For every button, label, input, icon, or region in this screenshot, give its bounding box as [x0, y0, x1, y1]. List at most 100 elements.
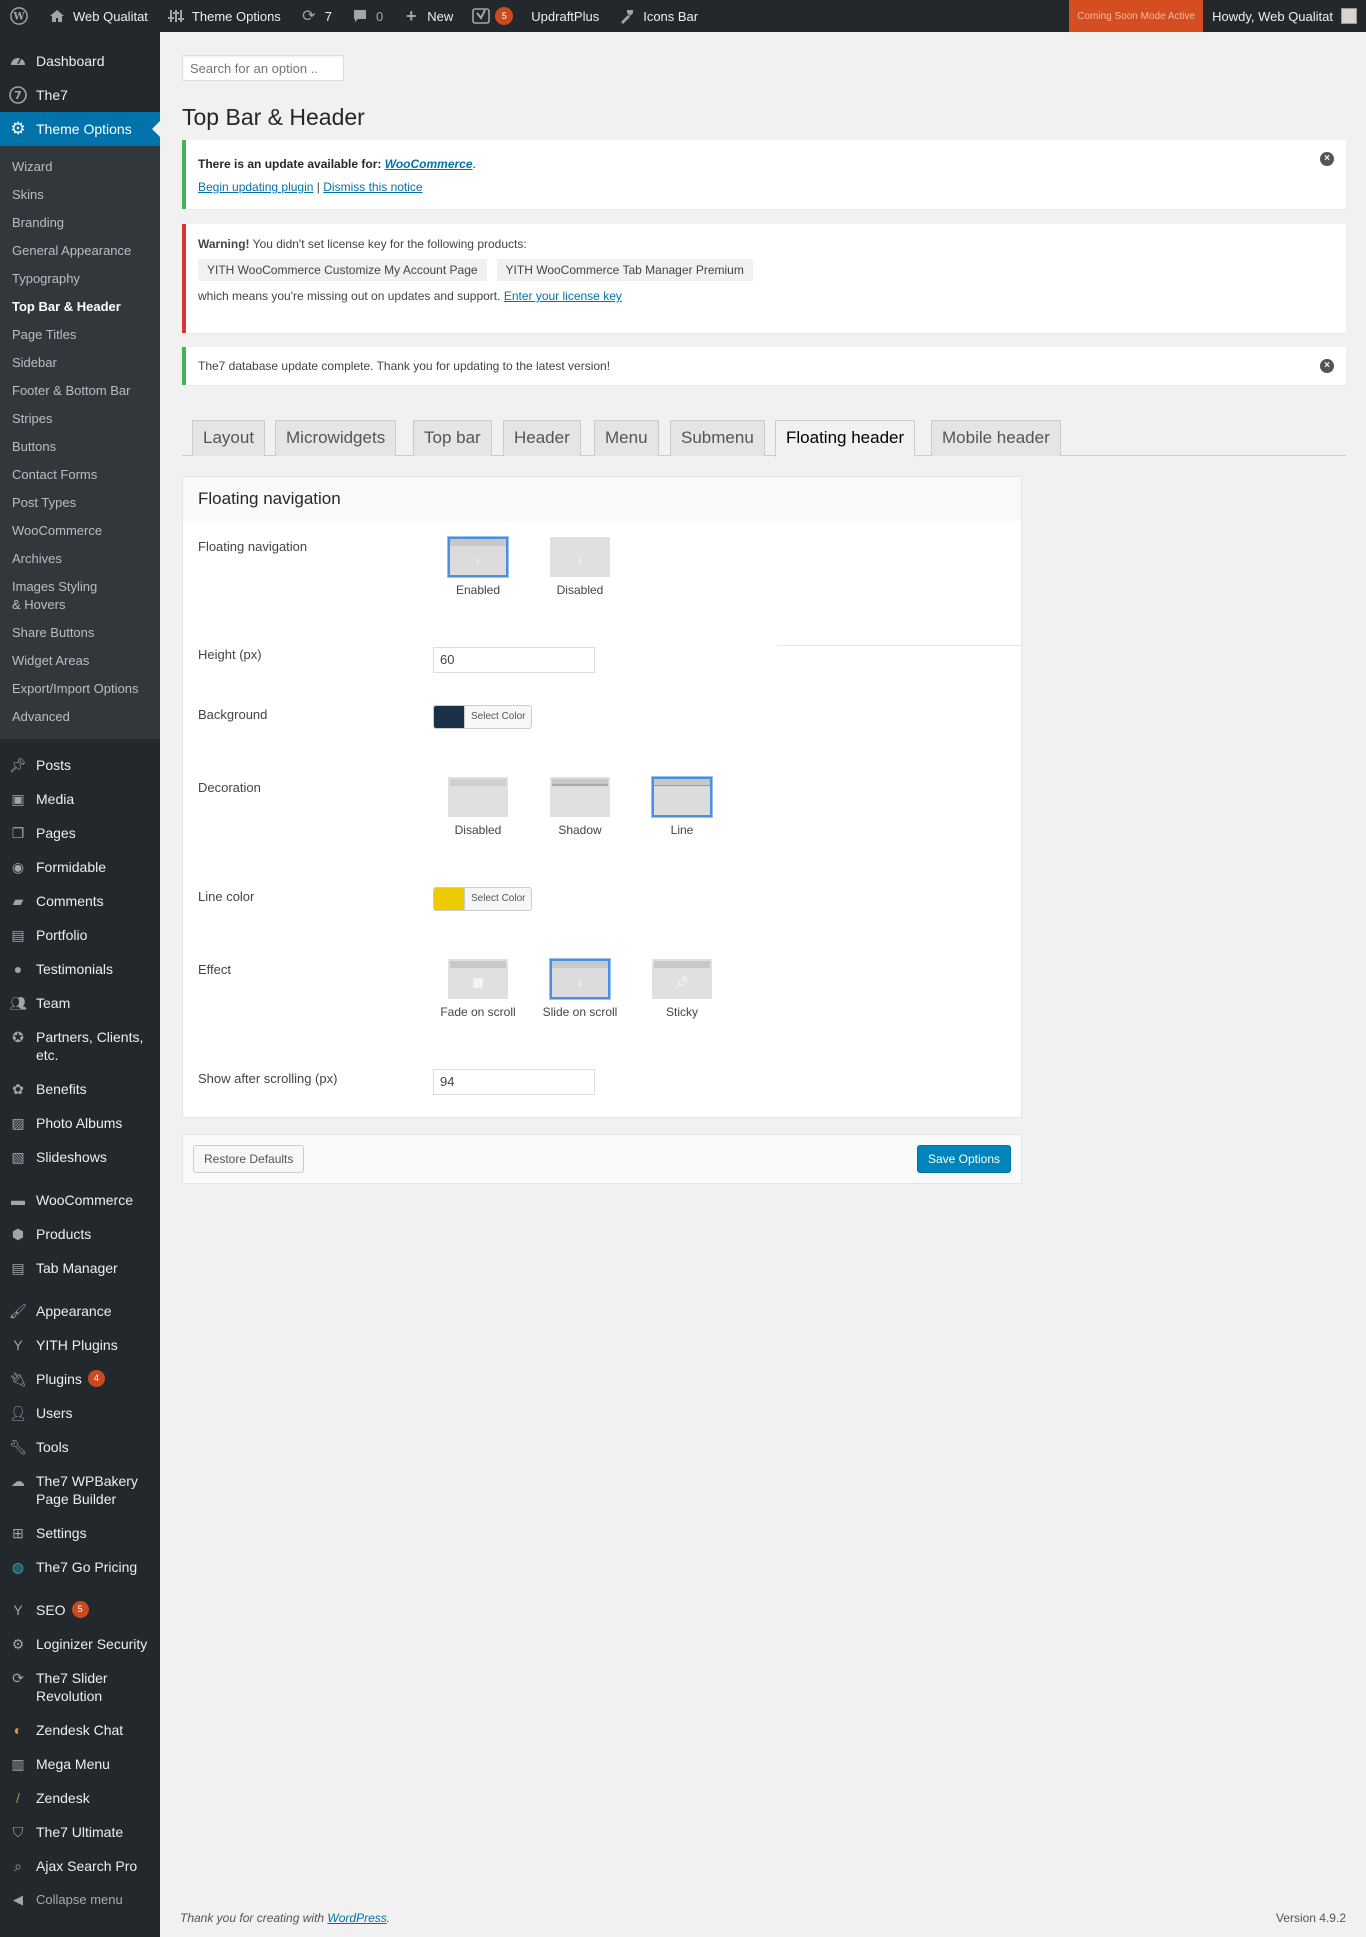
submenu-top-bar-header[interactable]: Top Bar & Header [0, 293, 160, 321]
submenu-sidebar[interactable]: Sidebar [0, 349, 160, 377]
menu-benefits[interactable]: ✿ Benefits [0, 1072, 160, 1106]
menu-the7[interactable]: 7 The7 [0, 78, 160, 112]
background-color-picker[interactable]: Select Color [433, 705, 533, 729]
menu-partners[interactable]: ✪ Partners, Clients, etc. [0, 1020, 160, 1072]
decoration-disabled-option[interactable]: Disabled [433, 777, 523, 837]
woocommerce-link[interactable]: WooCommerce [385, 157, 473, 171]
my-account-menu[interactable]: Howdy, Web Qualitat [1203, 0, 1366, 32]
menu-zendesk[interactable]: / Zendesk [0, 1781, 160, 1815]
comments-menu[interactable]: 0 [341, 0, 392, 32]
submenu-post-types[interactable]: Post Types [0, 489, 160, 517]
menu-label: Mega Menu [36, 1756, 110, 1772]
submenu-contact-forms[interactable]: Contact Forms [0, 461, 160, 489]
new-content-menu[interactable]: + New [392, 0, 462, 32]
effect-sticky-option[interactable]: 📌︎ Sticky [637, 959, 727, 1019]
restore-defaults-button[interactable]: Restore Defaults [193, 1145, 305, 1173]
line-color-picker[interactable]: Select Color [433, 887, 533, 911]
menu-formidable[interactable]: ◉ Formidable [0, 850, 160, 884]
dismiss-icon[interactable]: × [1320, 359, 1334, 373]
menu-media[interactable]: ▣ Media [0, 782, 160, 816]
menu-portfolio[interactable]: ▤ Portfolio [0, 918, 160, 952]
menu-posts[interactable]: 📌︎ Posts [0, 748, 160, 782]
submenu-stripes[interactable]: Stripes [0, 405, 160, 433]
begin-updating-link[interactable]: Begin updating plugin [198, 180, 313, 194]
wordpress-link[interactable]: WordPress [327, 1911, 386, 1925]
menu-loginizer[interactable]: ⚙ Loginizer Security [0, 1627, 160, 1661]
site-name-menu[interactable]: Web Qualitat [38, 0, 157, 32]
enter-license-key-link[interactable]: Enter your license key [504, 289, 622, 303]
tab-microwidgets[interactable]: Microwidgets [275, 420, 397, 456]
submenu-archives[interactable]: Archives [0, 545, 160, 573]
menu-users[interactable]: 👤︎ Users [0, 1396, 160, 1430]
submenu-export-import[interactable]: Export/Import Options [0, 675, 160, 703]
tab-top-bar[interactable]: Top bar [413, 420, 492, 456]
floating-nav-enabled-option[interactable]: ↓ Enabled [433, 537, 523, 597]
menu-slideshows[interactable]: ▧ Slideshows [0, 1140, 160, 1174]
save-options-button[interactable]: Save Options [916, 1145, 1011, 1173]
menu-wpbakery[interactable]: ☁ The7 WPBakery Page Builder [0, 1464, 160, 1516]
submenu-wizard[interactable]: Wizard [0, 153, 160, 181]
decoration-line-option[interactable]: Line [637, 777, 727, 837]
menu-the7-ultimate[interactable]: ⛉ The7 Ultimate [0, 1815, 160, 1849]
submenu-typography[interactable]: Typography [0, 265, 160, 293]
submenu-skins[interactable]: Skins [0, 181, 160, 209]
menu-tab-manager[interactable]: ▤ Tab Manager [0, 1251, 160, 1285]
wordpress-logo-icon: W [9, 6, 29, 26]
dismiss-icon[interactable]: × [1320, 152, 1334, 166]
updates-menu[interactable]: ⟳ 7 [290, 0, 341, 32]
menu-testimonials[interactable]: ● Testimonials [0, 952, 160, 986]
menu-mega-menu[interactable]: ▥ Mega Menu [0, 1747, 160, 1781]
submenu-images-styling[interactable]: Images Styling & Hovers [0, 573, 120, 619]
floating-nav-disabled-option[interactable]: ↓ Disabled [535, 537, 625, 597]
updraftplus-menu[interactable]: UpdraftPlus [522, 0, 608, 32]
tab-layout[interactable]: Layout [192, 420, 266, 456]
wp-logo-menu[interactable]: W [0, 0, 38, 32]
dismiss-notice-link[interactable]: Dismiss this notice [323, 180, 422, 194]
menu-ajax-search-pro[interactable]: ⌕ Ajax Search Pro [0, 1849, 160, 1883]
menu-theme-options[interactable]: ⚙ Theme Options [0, 112, 160, 146]
menu-plugins[interactable]: 🔌︎ Plugins 4 [0, 1362, 160, 1396]
submenu-footer-bottom-bar[interactable]: Footer & Bottom Bar [0, 377, 160, 405]
menu-woocommerce[interactable]: ▬ WooCommerce [0, 1183, 160, 1217]
submenu-buttons[interactable]: Buttons [0, 433, 160, 461]
tab-menu[interactable]: Menu [594, 420, 659, 456]
menu-products[interactable]: ⬢ Products [0, 1217, 160, 1251]
theme-options-menu[interactable]: Theme Options [157, 0, 290, 32]
menu-slider-revolution[interactable]: ⟳ The7 Slider Revolution [0, 1661, 160, 1713]
menu-appearance[interactable]: 🖌︎ Appearance [0, 1294, 160, 1328]
menu-settings[interactable]: ⊞ Settings [0, 1516, 160, 1550]
menu-tools[interactable]: 🔧︎ Tools [0, 1430, 160, 1464]
tab-header[interactable]: Header [503, 420, 581, 456]
submenu-page-titles[interactable]: Page Titles [0, 321, 160, 349]
icons-bar-menu[interactable]: Icons Bar [608, 0, 707, 32]
decoration-shadow-option[interactable]: Shadow [535, 777, 625, 837]
submenu-general-appearance[interactable]: General Appearance [0, 237, 160, 265]
submenu-share-buttons[interactable]: Share Buttons [0, 619, 160, 647]
menu-dashboard[interactable]: Dashboard [0, 44, 160, 78]
tab-mobile-header[interactable]: Mobile header [931, 420, 1061, 456]
yoast-menu[interactable]: 5 [462, 0, 522, 32]
menu-seo[interactable]: Y SEO 5 [0, 1593, 160, 1627]
product-chip: YITH WooCommerce Tab Manager Premium [496, 259, 753, 281]
menu-photo-albums[interactable]: ▨ Photo Albums [0, 1106, 160, 1140]
show-after-input[interactable]: 94 [433, 1069, 595, 1095]
menu-go-pricing[interactable]: ◍ The7 Go Pricing [0, 1550, 160, 1584]
height-input[interactable]: 60 [433, 647, 595, 673]
effect-slide-option[interactable]: ↓ Slide on scroll [535, 959, 625, 1019]
tab-floating-header[interactable]: Floating header [775, 420, 916, 457]
menu-pages[interactable]: ❐ Pages [0, 816, 160, 850]
coming-soon-notice[interactable]: Coming Soon Mode Active [1069, 0, 1204, 32]
option-label: Sticky [665, 1005, 698, 1019]
submenu-woocommerce[interactable]: WooCommerce [0, 517, 160, 545]
menu-team[interactable]: 👥︎ Team [0, 986, 160, 1020]
submenu-widget-areas[interactable]: Widget Areas [0, 647, 160, 675]
submenu-branding[interactable]: Branding [0, 209, 160, 237]
tab-submenu[interactable]: Submenu [670, 420, 765, 456]
menu-yith-plugins[interactable]: Y YITH Plugins [0, 1328, 160, 1362]
option-search-input[interactable] [182, 55, 344, 81]
menu-zendesk-chat[interactable]: ◐ Zendesk Chat [0, 1713, 160, 1747]
submenu-advanced[interactable]: Advanced [0, 703, 160, 731]
collapse-menu-button[interactable]: ◀ Collapse menu [0, 1883, 160, 1917]
effect-fade-option[interactable]: ▦ Fade on scroll [433, 959, 523, 1019]
menu-comments[interactable]: ▰ Comments [0, 884, 160, 918]
